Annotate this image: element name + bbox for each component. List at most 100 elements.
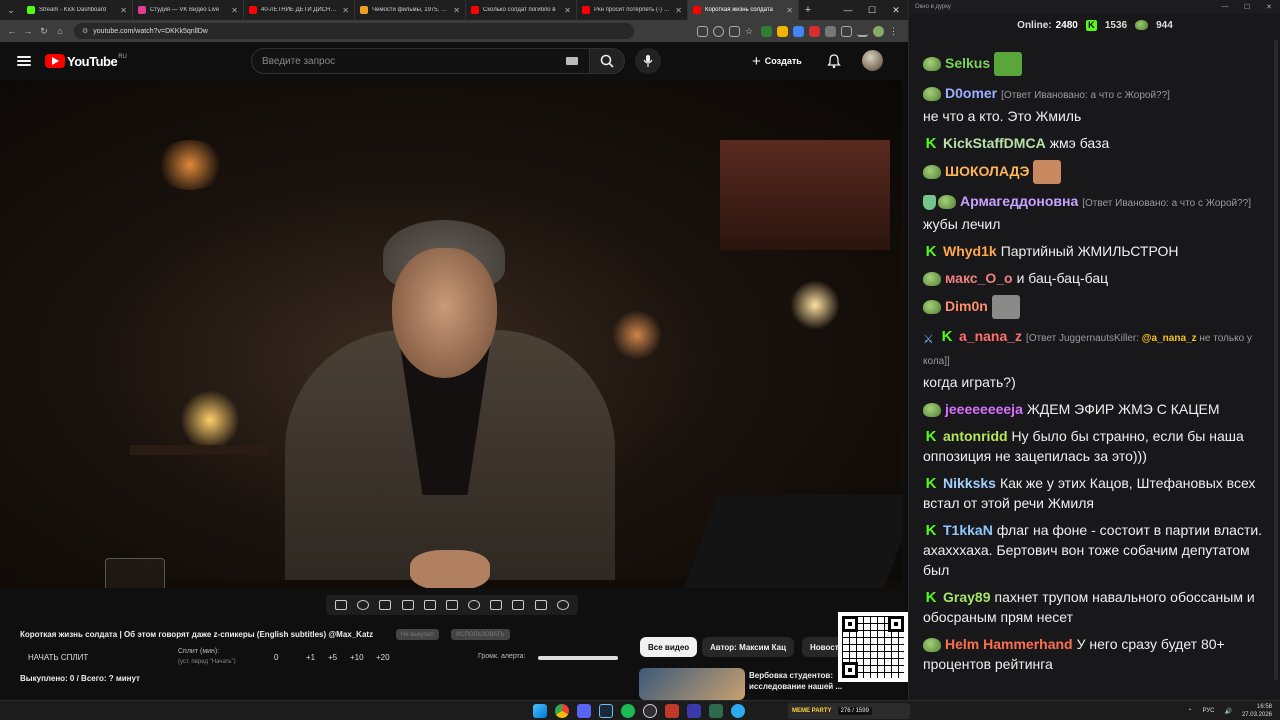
download-icon[interactable]	[857, 26, 868, 37]
forward-icon[interactable]: →	[20, 26, 36, 36]
bookmark-star-icon[interactable]: ☆	[745, 26, 756, 37]
create-button[interactable]: + Создать	[752, 51, 802, 71]
chat-username[interactable]: D0omer	[945, 85, 997, 101]
use-pill[interactable]: ИСПОЛЬЗОВАТЬ	[451, 629, 510, 640]
not-bought-pill[interactable]: Не выкупил	[396, 629, 439, 640]
reload-icon[interactable]: ↻	[36, 26, 52, 37]
puzzle-icon[interactable]	[841, 25, 852, 37]
start-split-button[interactable]: НАЧАТЬ СПЛИТ	[28, 653, 88, 662]
chat-username[interactable]: макс_О_о	[945, 270, 1013, 286]
share-icon[interactable]	[729, 25, 740, 37]
chrome-icon[interactable]	[555, 704, 569, 718]
terminal-icon[interactable]	[709, 704, 723, 718]
zoom-icon[interactable]	[713, 25, 724, 37]
tab-close-icon[interactable]: ✕	[675, 6, 682, 15]
split-value[interactable]: 0	[274, 653, 278, 662]
tab-search-icon[interactable]: ⌄	[0, 0, 22, 20]
chat-username[interactable]: Selkus	[945, 55, 990, 71]
watch-later-icon[interactable]	[379, 600, 392, 610]
flask-icon[interactable]	[534, 600, 547, 610]
extension-yellow-icon[interactable]	[777, 25, 788, 37]
browser-tab[interactable]: Чемости фильмы, 1975, дата ✕	[355, 0, 466, 20]
menu-icon[interactable]: ⋮	[889, 26, 900, 37]
chip-all-videos[interactable]: Все видео	[640, 637, 698, 657]
browser-tab[interactable]: 40-ЛЕТНИЕ ДЕТИ ДИСНЕЯ ✕	[244, 0, 355, 20]
tab-close-icon[interactable]: ✕	[453, 6, 460, 15]
alert-volume-slider[interactable]	[538, 656, 618, 660]
account-avatar[interactable]	[862, 50, 883, 71]
browser-tab[interactable]: Короткая жизнь солдата ✕	[688, 0, 799, 20]
voice-search-button[interactable]	[635, 48, 661, 74]
minimize-icon[interactable]: —	[836, 5, 860, 16]
maximize-icon[interactable]: ☐	[860, 5, 884, 16]
url-bar[interactable]: ⚙ youtube.com/watch?v=DKKk5qnllDw	[74, 23, 634, 39]
telegram-icon[interactable]	[731, 704, 745, 718]
tab-close-icon[interactable]: ✕	[786, 6, 793, 15]
browser-tab[interactable]: Ркн просит потерпеть (-) - Y ✕	[577, 0, 688, 20]
obs-icon[interactable]	[643, 704, 657, 718]
chat-username[interactable]: a_nana_z	[959, 328, 1022, 344]
chat-username[interactable]: antonridd	[943, 428, 1008, 444]
chat-username[interactable]: ШОКОЛАДЭ	[945, 163, 1029, 179]
picture-in-picture-icon[interactable]	[423, 600, 436, 610]
cast-icon[interactable]	[697, 25, 708, 37]
tab-close-icon[interactable]: ✕	[120, 6, 127, 15]
chat-username[interactable]: Whyd1k	[943, 243, 997, 259]
extension-blue-icon[interactable]	[793, 25, 804, 37]
new-tab-button[interactable]: +	[799, 4, 817, 16]
notifications-bell-icon[interactable]	[826, 53, 842, 69]
chat-username[interactable]: Helm Hammerhand	[945, 636, 1073, 652]
chat-username[interactable]: jeeeeeeeeja	[945, 401, 1023, 417]
app-red-icon[interactable]	[665, 704, 679, 718]
increment-20-button[interactable]: +20	[376, 653, 390, 662]
search-input[interactable]: Введите запрос	[251, 48, 591, 74]
back-icon[interactable]: ←	[4, 26, 20, 36]
extension-grey-icon[interactable]	[825, 25, 836, 37]
youtube-logo[interactable]: YouTube RU	[45, 54, 127, 69]
profile-icon[interactable]	[873, 25, 884, 37]
chat-minimize-icon[interactable]: —	[1214, 3, 1236, 11]
chat-username[interactable]: Армагеддоновна	[960, 193, 1078, 209]
browser-tab[interactable]: Сколько солдат погибло в ✕	[466, 0, 577, 20]
browser-tab[interactable]: Stream - Kick Dashboard ✕	[22, 0, 133, 20]
chat-username[interactable]: T1kkaN	[943, 522, 993, 538]
speed-gauge-icon[interactable]	[468, 600, 481, 610]
chat-maximize-icon[interactable]: ☐	[1236, 3, 1258, 11]
language-indicator[interactable]: РУС	[1202, 708, 1214, 714]
increment-5-button[interactable]: +5	[328, 653, 337, 662]
discord-icon[interactable]	[577, 704, 591, 718]
start-icon[interactable]	[533, 704, 547, 718]
close-icon[interactable]: ✕	[884, 5, 908, 16]
meme-party-widget[interactable]: МЕМЕ PARTY 276 / 1599	[788, 703, 910, 719]
chat-username[interactable]: KickStaffDMCA	[943, 135, 1046, 151]
spotify-icon[interactable]	[621, 704, 635, 718]
loop-icon[interactable]	[335, 600, 348, 610]
chat-close-icon[interactable]: ✕	[1258, 3, 1280, 11]
chat-username[interactable]: Gray89	[943, 589, 990, 605]
tab-close-icon[interactable]: ✕	[342, 6, 349, 15]
increment-10-button[interactable]: +10	[350, 653, 364, 662]
filmstrip-icon[interactable]	[401, 600, 414, 610]
home-icon[interactable]: ⌂	[52, 26, 68, 36]
site-info-icon[interactable]: ⚙	[82, 27, 88, 35]
cinema-mode-icon[interactable]	[445, 600, 458, 610]
clock[interactable]: 16:58 27.03.2026	[1242, 703, 1272, 719]
chat-username[interactable]: Nikksks	[943, 475, 996, 491]
chip-author[interactable]: Автор: Максим Кац	[702, 637, 795, 657]
add-screenshot-icon[interactable]	[490, 600, 503, 610]
broadcast-icon[interactable]	[357, 600, 370, 610]
tab-close-icon[interactable]: ✕	[564, 6, 571, 15]
extension-red-icon[interactable]	[809, 25, 820, 37]
tab-close-icon[interactable]: ✕	[231, 6, 238, 15]
chat-scrollbar[interactable]	[1274, 40, 1278, 680]
speaker-icon[interactable]: 🔊	[1224, 708, 1231, 715]
browser-tab[interactable]: Студия — VK Видео Live ✕	[133, 0, 244, 20]
hamburger-menu-icon[interactable]	[17, 56, 31, 66]
chat-username[interactable]: Dim0n	[945, 298, 988, 314]
extension-green-icon[interactable]	[761, 25, 772, 37]
camera-icon[interactable]	[512, 600, 525, 610]
settings-gear-icon[interactable]	[556, 600, 569, 610]
keyboard-icon[interactable]	[566, 57, 578, 65]
recommended-thumbnail[interactable]	[639, 668, 745, 700]
recommended-title[interactable]: Вербовка студентов: исследование нашей ..…	[749, 670, 842, 692]
